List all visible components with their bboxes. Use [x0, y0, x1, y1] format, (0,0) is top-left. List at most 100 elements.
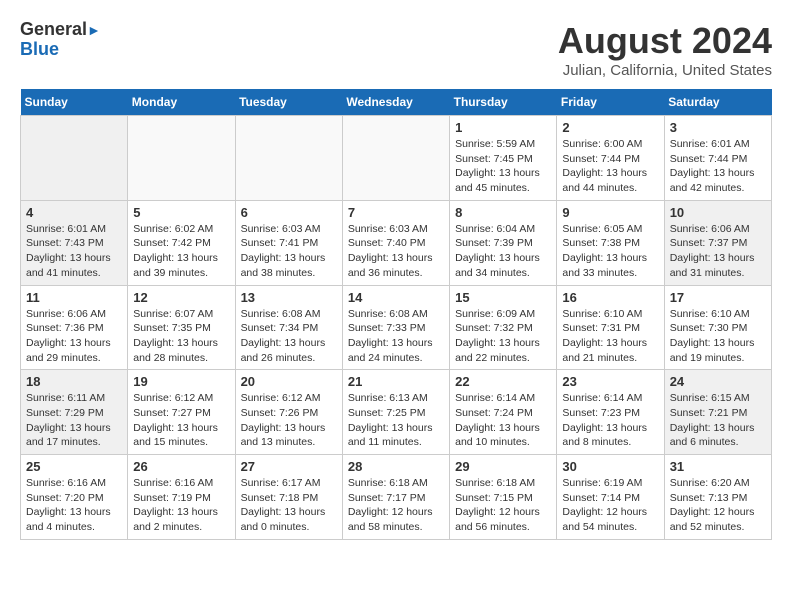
day-number: 15 — [455, 290, 551, 305]
weekday-header-wednesday: Wednesday — [342, 89, 449, 116]
day-info: Sunrise: 5:59 AM Sunset: 7:45 PM Dayligh… — [455, 137, 551, 196]
day-cell: 17Sunrise: 6:10 AM Sunset: 7:30 PM Dayli… — [664, 285, 771, 370]
week-row-3: 11 Sunrise: 6:06 AM Sunset: 7:36 PM Dayli… — [21, 285, 772, 370]
day-cell: 6Sunrise: 6:03 AM Sunset: 7:41 PM Daylig… — [235, 200, 342, 285]
day-cell: 20Sunrise: 6:12 AM Sunset: 7:26 PM Dayli… — [235, 370, 342, 455]
day-info: Sunrise: 6:08 AM Sunset: 7:34 PM Dayligh… — [241, 307, 337, 366]
day-number: 29 — [455, 459, 551, 474]
day-info: Sunrise: 6:18 AM Sunset: 7:17 PM Dayligh… — [348, 476, 444, 535]
day-info: Sunrise: 6:06 AM Sunset: 7:37 PM Dayligh… — [670, 222, 766, 281]
logo-blue: Blue — [20, 39, 59, 59]
day-number: 28 — [348, 459, 444, 474]
day-number: 11 — [26, 290, 122, 305]
day-info: Sunrise: 6:13 AM Sunset: 7:25 PM Dayligh… — [348, 391, 444, 450]
day-number: 16 — [562, 290, 658, 305]
day-cell: 16 Sunrise: 6:10 AM Sunset: 7:31 PM Dayli… — [557, 285, 664, 370]
title-area: August 2024 Julian, California, United S… — [558, 20, 772, 79]
day-number: 27 — [241, 459, 337, 474]
day-number: 30 — [562, 459, 658, 474]
day-number: 19 — [133, 374, 229, 389]
day-info: Sunrise: 6:14 AM Sunset: 7:23 PM Dayligh… — [562, 391, 658, 450]
day-number: 3 — [670, 120, 766, 135]
day-cell: 5Sunrise: 6:02 AM Sunset: 7:42 PM Daylig… — [128, 200, 235, 285]
day-cell: 23Sunrise: 6:14 AM Sunset: 7:23 PM Dayli… — [557, 370, 664, 455]
day-number: 12 — [133, 290, 229, 305]
day-cell: 3 Sunrise: 6:01 AM Sunset: 7:44 PM Daylig… — [664, 116, 771, 201]
day-cell: 22Sunrise: 6:14 AM Sunset: 7:24 PM Dayli… — [450, 370, 557, 455]
day-number: 4 — [26, 205, 122, 220]
day-info: Sunrise: 6:04 AM Sunset: 7:39 PM Dayligh… — [455, 222, 551, 281]
day-info: Sunrise: 6:03 AM Sunset: 7:40 PM Dayligh… — [348, 222, 444, 281]
day-number: 2 — [562, 120, 658, 135]
day-info: Sunrise: 6:10 AM Sunset: 7:31 PM Dayligh… — [562, 307, 658, 366]
day-info: Sunrise: 6:01 AM Sunset: 7:43 PM Dayligh… — [26, 222, 122, 281]
day-info: Sunrise: 6:05 AM Sunset: 7:38 PM Dayligh… — [562, 222, 658, 281]
day-info: Sunrise: 6:07 AM Sunset: 7:35 PM Dayligh… — [133, 307, 229, 366]
day-cell: 7Sunrise: 6:03 AM Sunset: 7:40 PM Daylig… — [342, 200, 449, 285]
day-info: Sunrise: 6:14 AM Sunset: 7:24 PM Dayligh… — [455, 391, 551, 450]
day-cell: 2 Sunrise: 6:00 AM Sunset: 7:44 PM Daylig… — [557, 116, 664, 201]
weekday-header-friday: Friday — [557, 89, 664, 116]
day-cell: 27 Sunrise: 6:17 AM Sunset: 7:18 PM Dayli… — [235, 455, 342, 540]
day-cell: 10 Sunrise: 6:06 AM Sunset: 7:37 PM Dayli… — [664, 200, 771, 285]
weekday-header-thursday: Thursday — [450, 89, 557, 116]
calendar-table: SundayMondayTuesdayWednesdayThursdayFrid… — [20, 89, 772, 540]
day-cell: 30 Sunrise: 6:19 AM Sunset: 7:14 PM Dayli… — [557, 455, 664, 540]
weekday-header-saturday: Saturday — [664, 89, 771, 116]
day-number: 24 — [670, 374, 766, 389]
weekday-header-sunday: Sunday — [21, 89, 128, 116]
day-info: Sunrise: 6:12 AM Sunset: 7:27 PM Dayligh… — [133, 391, 229, 450]
day-cell: 18 Sunrise: 6:11 AM Sunset: 7:29 PM Dayli… — [21, 370, 128, 455]
day-info: Sunrise: 6:11 AM Sunset: 7:29 PM Dayligh… — [26, 391, 122, 450]
day-info: Sunrise: 6:01 AM Sunset: 7:44 PM Dayligh… — [670, 137, 766, 196]
week-row-4: 18 Sunrise: 6:11 AM Sunset: 7:29 PM Dayli… — [21, 370, 772, 455]
day-cell: 8Sunrise: 6:04 AM Sunset: 7:39 PM Daylig… — [450, 200, 557, 285]
day-number: 26 — [133, 459, 229, 474]
day-info: Sunrise: 6:12 AM Sunset: 7:26 PM Dayligh… — [241, 391, 337, 450]
day-info: Sunrise: 6:20 AM Sunset: 7:13 PM Dayligh… — [670, 476, 766, 535]
day-cell: 26 Sunrise: 6:16 AM Sunset: 7:19 PM Dayli… — [128, 455, 235, 540]
day-cell — [235, 116, 342, 201]
day-cell — [342, 116, 449, 201]
day-info: Sunrise: 6:18 AM Sunset: 7:15 PM Dayligh… — [455, 476, 551, 535]
day-info: Sunrise: 6:08 AM Sunset: 7:33 PM Dayligh… — [348, 307, 444, 366]
day-info: Sunrise: 6:16 AM Sunset: 7:20 PM Dayligh… — [26, 476, 122, 535]
day-cell: 19 Sunrise: 6:12 AM Sunset: 7:27 PM Dayli… — [128, 370, 235, 455]
day-cell: 1 Sunrise: 5:59 AM Sunset: 7:45 PM Daylig… — [450, 116, 557, 201]
month-year: August 2024 — [558, 20, 772, 62]
day-cell: 9Sunrise: 6:05 AM Sunset: 7:38 PM Daylig… — [557, 200, 664, 285]
week-row-1: 1 Sunrise: 5:59 AM Sunset: 7:45 PM Daylig… — [21, 116, 772, 201]
logo-general: General — [20, 19, 87, 39]
day-info: Sunrise: 6:03 AM Sunset: 7:41 PM Dayligh… — [241, 222, 337, 281]
logo: General► Blue — [20, 20, 101, 60]
day-cell: 31 Sunrise: 6:20 AM Sunset: 7:13 PM Dayli… — [664, 455, 771, 540]
week-row-5: 25 Sunrise: 6:16 AM Sunset: 7:20 PM Dayli… — [21, 455, 772, 540]
day-cell: 11 Sunrise: 6:06 AM Sunset: 7:36 PM Dayli… — [21, 285, 128, 370]
week-row-2: 4 Sunrise: 6:01 AM Sunset: 7:43 PM Daylig… — [21, 200, 772, 285]
day-info: Sunrise: 6:15 AM Sunset: 7:21 PM Dayligh… — [670, 391, 766, 450]
day-number: 1 — [455, 120, 551, 135]
day-cell — [21, 116, 128, 201]
day-cell: 25 Sunrise: 6:16 AM Sunset: 7:20 PM Dayli… — [21, 455, 128, 540]
day-info: Sunrise: 6:02 AM Sunset: 7:42 PM Dayligh… — [133, 222, 229, 281]
day-number: 17 — [670, 290, 766, 305]
day-info: Sunrise: 6:17 AM Sunset: 7:18 PM Dayligh… — [241, 476, 337, 535]
day-cell — [128, 116, 235, 201]
day-info: Sunrise: 6:06 AM Sunset: 7:36 PM Dayligh… — [26, 307, 122, 366]
day-info: Sunrise: 6:16 AM Sunset: 7:19 PM Dayligh… — [133, 476, 229, 535]
day-cell: 13 Sunrise: 6:08 AM Sunset: 7:34 PM Dayli… — [235, 285, 342, 370]
day-number: 18 — [26, 374, 122, 389]
day-cell: 28 Sunrise: 6:18 AM Sunset: 7:17 PM Dayli… — [342, 455, 449, 540]
day-number: 13 — [241, 290, 337, 305]
day-number: 25 — [26, 459, 122, 474]
day-number: 31 — [670, 459, 766, 474]
day-number: 10 — [670, 205, 766, 220]
weekday-header-monday: Monday — [128, 89, 235, 116]
day-cell: 14 Sunrise: 6:08 AM Sunset: 7:33 PM Dayli… — [342, 285, 449, 370]
day-cell: 29 Sunrise: 6:18 AM Sunset: 7:15 PM Dayli… — [450, 455, 557, 540]
day-info: Sunrise: 6:00 AM Sunset: 7:44 PM Dayligh… — [562, 137, 658, 196]
day-info: Sunrise: 6:19 AM Sunset: 7:14 PM Dayligh… — [562, 476, 658, 535]
page-header: General► Blue August 2024 Julian, Califo… — [20, 20, 772, 79]
weekday-header-row: SundayMondayTuesdayWednesdayThursdayFrid… — [21, 89, 772, 116]
day-number: 14 — [348, 290, 444, 305]
